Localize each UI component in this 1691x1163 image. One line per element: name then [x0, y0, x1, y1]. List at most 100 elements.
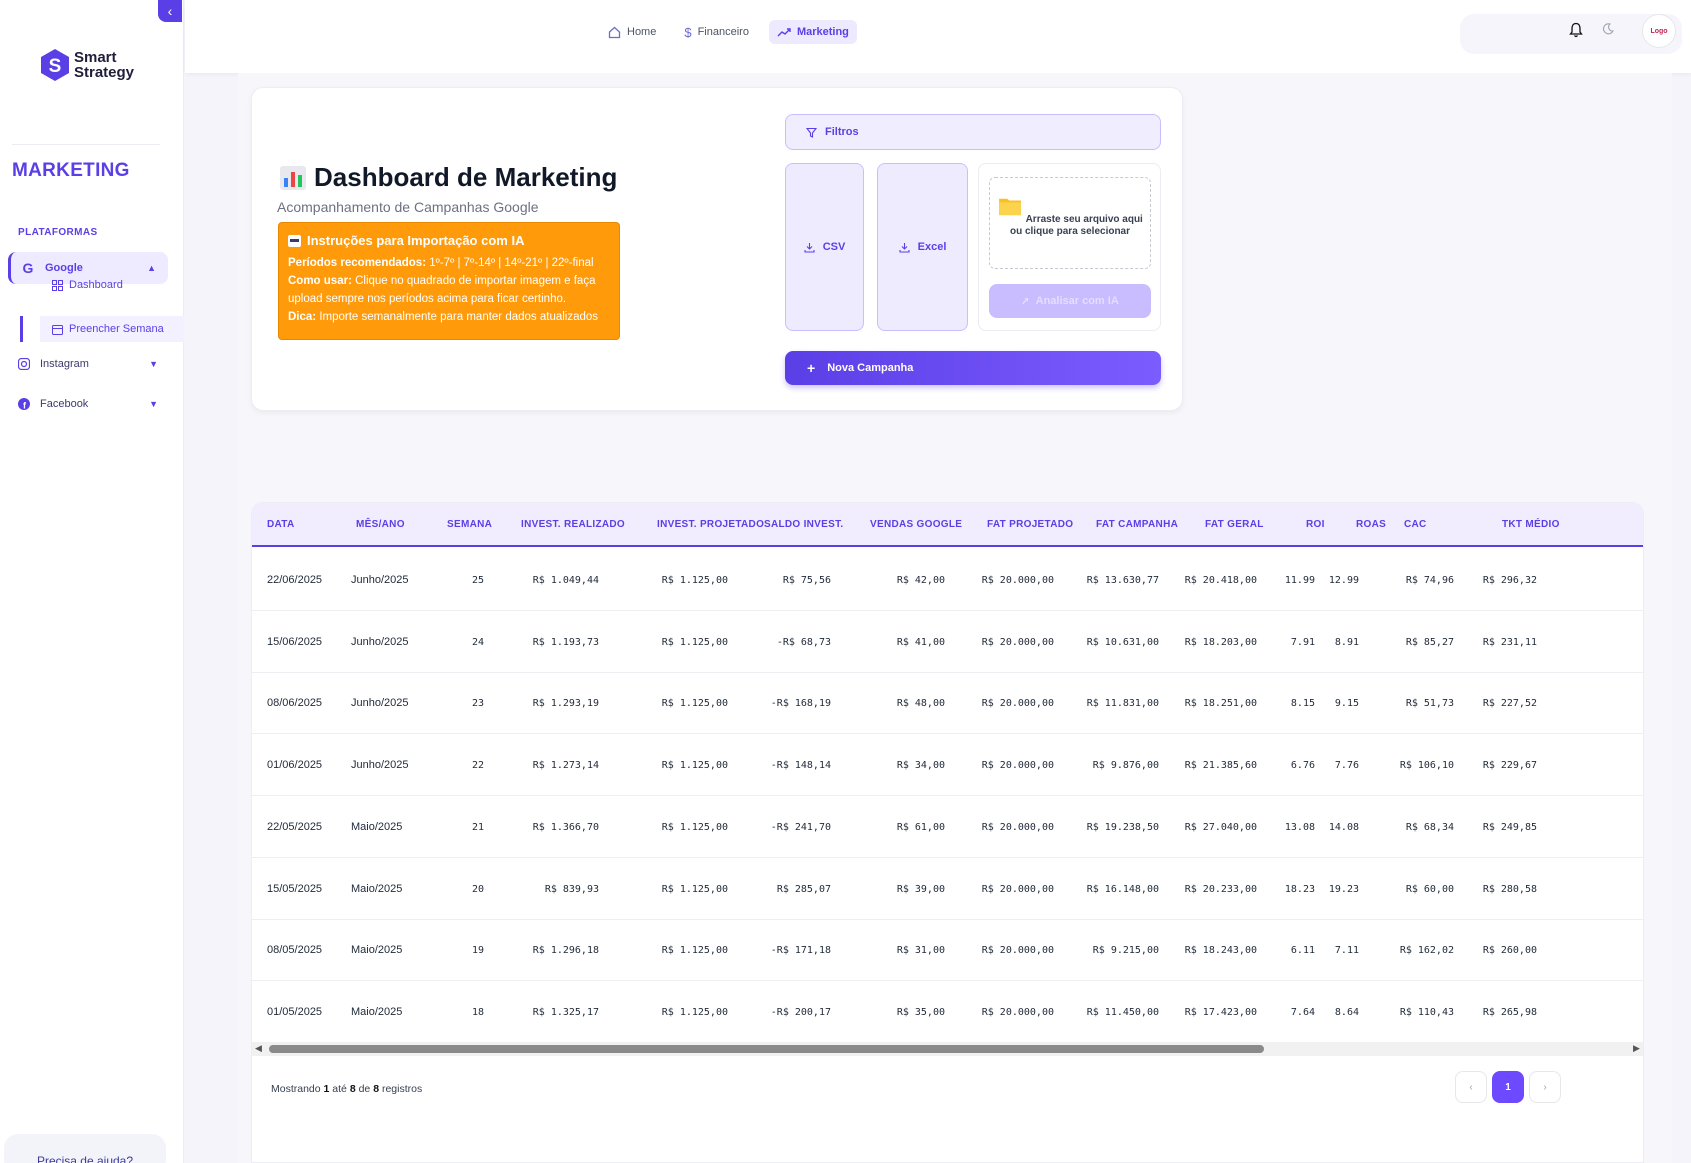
next-page-button[interactable]: › [1529, 1071, 1561, 1103]
table-cell: 19.23 [1328, 883, 1359, 895]
table-cell: R$ 1.293,19 [532, 698, 599, 710]
file-drop-zone[interactable]: Arraste seu arquivo aqui ou clique para … [989, 177, 1151, 269]
rocket-icon: ➚ [1021, 295, 1030, 307]
bell-icon[interactable] [1569, 22, 1583, 38]
sidebar-item-label: Instagram [40, 358, 89, 370]
table-row[interactable]: 15/06/2025 Junho/2025 24 R$ 1.193,73 R$ 1.12… [252, 611, 1643, 673]
table-cell: R$ 1.049,44 [532, 575, 599, 586]
column-header[interactable]: INVEST. REALIZADO [521, 519, 625, 530]
analyze-ai-button[interactable]: ➚ Analisar com IA [989, 284, 1151, 318]
column-header[interactable]: DATA [267, 519, 295, 530]
table-row[interactable]: 22/06/2025 Junho/2025 25 R$ 1.049,44 R$ 1.12… [252, 549, 1643, 611]
sidebar-subitem-label: Preencher Semana [69, 323, 164, 335]
page-title-text: Dashboard de Marketing [314, 162, 618, 192]
sidebar-item-instagram[interactable]: Instagram ▼ [18, 358, 158, 370]
column-header[interactable]: MÊS/ANO [356, 519, 405, 530]
table-row[interactable]: 22/05/2025 Maio/2025 21 R$ 1.366,70 R$ 1.125… [252, 796, 1643, 858]
column-header[interactable]: FAT CAMPANHA [1096, 519, 1178, 530]
plus-icon: + [807, 360, 816, 376]
prev-page-button[interactable]: ‹ [1455, 1071, 1487, 1103]
table-cell: R$ 20.000,00 [981, 698, 1054, 710]
export-csv-button[interactable]: CSV [785, 163, 864, 331]
table-cell: 21 [471, 821, 484, 833]
tab-financeiro[interactable]: $ Financeiro [676, 20, 757, 44]
scroll-left-icon[interactable]: ◀ [255, 1043, 262, 1054]
tab-home[interactable]: Home [600, 20, 664, 44]
column-header[interactable]: TKT MÉDIO [1502, 519, 1560, 530]
avatar[interactable]: Logo [1642, 14, 1676, 48]
table-cell: 6.11 [1290, 945, 1315, 957]
svg-text:S: S [49, 56, 62, 77]
sidebar-subitem-label: Dashboard [69, 279, 123, 291]
new-campaign-button[interactable]: + Nova Campanha [785, 351, 1161, 385]
instr-text: Importe semanalmente para manter dados a… [316, 311, 599, 323]
table-cell: R$ 31,00 [896, 945, 945, 957]
column-header[interactable]: SEMANA [447, 519, 492, 530]
table-cell: R$ 1.325,17 [532, 1006, 599, 1018]
scroll-right-icon[interactable]: ▶ [1633, 1043, 1640, 1054]
table-cell: R$ 249,85 [1482, 821, 1537, 833]
summary-text: Mostrando [271, 1083, 321, 1095]
column-header[interactable]: ROAS [1356, 519, 1386, 530]
table-cell: 20 [471, 883, 484, 895]
page-1-button[interactable]: 1 [1492, 1071, 1524, 1103]
instructions-box: Instruções para Importação com IA Períod… [278, 222, 620, 340]
table-cell: R$ 1.125,00 [661, 636, 728, 648]
table-cell: 01/05/2025 [267, 1005, 323, 1018]
caret-down-icon: ▼ [149, 399, 158, 409]
moon-icon[interactable] [1602, 23, 1614, 35]
table-cell: 25 [471, 575, 484, 586]
table-cell: R$ 20.000,00 [981, 636, 1054, 648]
table-row[interactable]: 15/05/2025 Maio/2025 20 R$ 839,93 R$ 1.125,0… [252, 858, 1643, 920]
table-cell: 7.76 [1334, 760, 1359, 772]
column-header[interactable]: SALDO INVEST. [764, 519, 843, 530]
page-subtitle: Acompanhamento de Campanhas Google [277, 199, 539, 215]
instagram-icon [18, 358, 30, 370]
table-row[interactable]: 08/05/2025 Maio/2025 19 R$ 1.296,18 R$ 1.125… [252, 919, 1643, 982]
page-title: Dashboard de Marketing [280, 162, 617, 193]
table-cell: R$ 39,00 [896, 883, 945, 895]
table-cell: 7.64 [1290, 1006, 1315, 1018]
table-cell: R$ 1.125,00 [661, 760, 728, 772]
column-header[interactable]: INVEST. PROJETADO [657, 519, 764, 530]
table-cell: R$ 11.831,00 [1086, 698, 1159, 710]
filters-button[interactable]: Filtros [785, 114, 1161, 150]
table-cell: 11.99 [1284, 575, 1315, 586]
tab-marketing[interactable]: Marketing [768, 20, 857, 44]
sidebar-item-facebook[interactable]: f Facebook ▼ [18, 398, 158, 410]
table-cell: R$ 20.000,00 [981, 760, 1054, 772]
table-row[interactable]: 08/06/2025 Junho/2025 23 R$ 1.293,19 R$ 1.12… [252, 672, 1643, 735]
table-cell: -R$ 171,18 [770, 945, 831, 957]
help-card[interactable]: Precisa de ajuda? [4, 1134, 166, 1163]
column-header[interactable]: ROI [1306, 519, 1325, 530]
logo-line2: Strategy [74, 64, 135, 81]
table-cell: Junho/2025 [351, 759, 409, 772]
table-cell: R$ 162,02 [1399, 945, 1454, 957]
scrollbar-thumb[interactable] [269, 1045, 1264, 1053]
sidebar-subitem-preencher-semana[interactable]: Preencher Semana [52, 323, 164, 335]
table-row[interactable]: 01/06/2025 Junho/2025 22 R$ 1.273,14 R$ 1.12… [252, 734, 1643, 797]
sidebar-subitem-dashboard[interactable]: Dashboard [52, 279, 123, 291]
table-cell: R$ 229,67 [1482, 760, 1537, 772]
column-header[interactable]: FAT PROJETADO [987, 519, 1073, 530]
table-cell: 14.08 [1328, 821, 1359, 833]
table-cell: -R$ 168,19 [770, 698, 831, 710]
table-cell: R$ 18.251,00 [1184, 698, 1257, 710]
top-bar: Home $ Financeiro Marketing Logo [185, 0, 1691, 73]
column-header[interactable]: VENDAS GOOGLE [870, 519, 962, 530]
table-cell: R$ 296,32 [1482, 575, 1537, 586]
collapse-sidebar-button[interactable]: ‹ [158, 0, 182, 22]
table-cell: R$ 85,27 [1405, 636, 1454, 648]
table-row[interactable]: 01/05/2025 Maio/2025 18 R$ 1.325,17 R$ 1.125… [252, 981, 1643, 1043]
table-cell: -R$ 68,73 [776, 636, 831, 648]
table-cell: 24 [471, 636, 484, 648]
table-cell: R$ 35,00 [896, 1006, 945, 1018]
column-header[interactable]: FAT GERAL [1205, 519, 1264, 530]
table-cell: R$ 1.125,00 [661, 1006, 728, 1018]
export-excel-button[interactable]: Excel [877, 163, 968, 331]
table-cell: 6.76 [1290, 760, 1315, 772]
table-cell: R$ 231,11 [1482, 636, 1537, 648]
column-header[interactable]: CAC [1404, 519, 1427, 530]
sidebar-divider [12, 144, 160, 145]
table-cell: R$ 20.418,00 [1184, 575, 1257, 586]
